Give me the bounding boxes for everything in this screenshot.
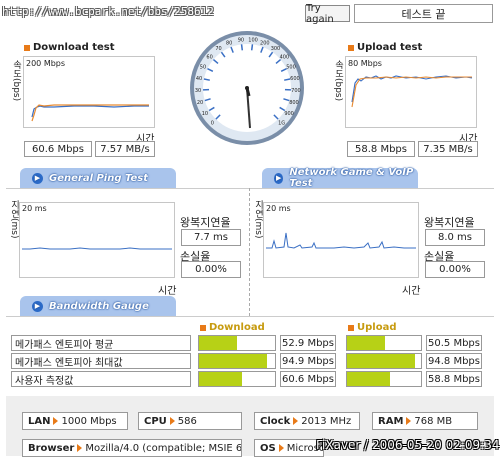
upload-value: 58.8 Mbps [426,371,482,387]
upload-bar [347,372,390,386]
gauge-tick-label: 600 [290,76,300,82]
download-value: 60.6 Mbps [280,371,336,387]
gauge-tick-label: 0 [211,121,214,127]
arrow-right-icon: ▶ [274,172,284,184]
orange-square-icon [24,44,30,51]
gauge-tick-label: 70 [215,46,221,52]
gauge-tick-label: 90 [238,37,244,43]
download-mbs: 7.57 MB/s [95,141,155,157]
url-watermark: http://www.bcpark.net/bbs/258612 [2,5,214,18]
download-value: 94.9 Mbps [280,353,336,369]
tab-bandwidth-gauge[interactable]: ▶ Bandwidth Gauge [20,296,176,316]
bandwidth-row-label: 메가패스 엔토피아 최대값 [11,353,191,369]
ping-right-chart: 20 ms [263,202,419,278]
orange-square-icon [348,324,354,331]
cpu-info: CPU 586 [138,412,242,430]
download-bar [199,354,268,368]
orange-square-icon [200,324,206,331]
download-bar-track [198,371,276,387]
upload-line-chart [351,75,473,108]
arrow-right-icon [169,417,175,425]
clock-info: Clock 2013 MHz [254,412,360,430]
try-again-button[interactable]: Try again [305,3,350,25]
status-box: 테스트 끝 [354,4,493,23]
arrow-right-icon: ▶ [32,300,43,312]
bandwidth-row-label: 사용자 측정값 [11,371,191,387]
ping-left-rtt-label: 왕복지연율 [180,216,231,229]
ping-right-xlabel: 시간 [402,286,421,297]
gauge-tick-label: 50 [200,64,206,70]
gauge-tick-label: 500 [286,64,296,70]
upload-bar-track [346,371,422,387]
gauge-tick-label: 300 [271,46,281,52]
browser-info: Browser Mozilla/4.0 (compatible; MSIE 6.0 [22,439,242,457]
gauge-tick-label: 40 [196,76,202,82]
bandwidth-upload-header: Upload [348,322,396,333]
ping-left-xlabel: 시간 [158,286,177,297]
upload-mbs: 7.35 MB/s [418,141,478,157]
tab-network-game-voip-test[interactable]: ▶ Network Game & VoIP Test [262,167,418,189]
ping-left-rtt: 7.7 ms [181,229,241,246]
gauge-tick [240,44,244,51]
download-ylabel: 속도(bps) [11,60,21,102]
gauge-tick-label: 20 [197,100,203,106]
arrow-right-icon [293,417,299,425]
gauge-tick-label: 700 [291,88,301,94]
orange-square-icon [348,44,354,51]
timestamp-watermark: FiXaver / 2006-05-20 02:09:34 [316,438,500,452]
tab-general-ping-test[interactable]: ▶ General Ping Test [20,168,176,188]
ping-right-loss: 0.00% [425,261,485,278]
download-bar-track [198,335,276,351]
arrow-right-icon: ▶ [32,172,43,184]
download-value: 52.9 Mbps [280,335,336,351]
upload-value: 94.8 Mbps [426,353,482,369]
gauge-tick-label: 100 [248,37,258,43]
gauge-tick-label: 60 [206,54,212,60]
download-chart: 200 Mbps [23,56,155,128]
arrow-right-icon [278,444,284,452]
ping-left-line [22,247,172,250]
gauge-tick-label: 200 [260,40,270,46]
ping-right-rtt-label: 왕복지연율 [424,216,475,229]
gauge-tick-label: 80 [226,40,232,46]
arrow-right-icon [53,417,59,425]
gauge-tick-label: 10 [202,111,208,117]
gauge-tick-label: 800 [289,100,299,106]
ping-left-loss: 0.00% [181,261,241,278]
upload-bar-track [346,335,422,351]
bandwidth-divider [6,316,494,317]
gauge-tick-label: 1G [278,121,285,127]
upload-chart: 80 Mbps [345,56,477,128]
upload-bar [347,354,416,368]
download-mbps: 60.6 Mbps [24,141,92,157]
download-line-chart [31,104,149,122]
ram-info: RAM 768 MB [372,412,478,430]
gauge-tick-label: 400 [280,54,290,60]
upload-bar-track [346,353,422,369]
arrow-right-icon [406,417,412,425]
upload-mbps: 58.8 Mbps [347,141,415,157]
os-info: OS Microso [254,439,324,457]
gauge-tick-label: 30 [195,88,201,94]
ping-right-rtt: 8.0 ms [425,229,485,246]
arrow-right-icon [77,444,83,452]
upload-bar [347,336,386,350]
upload-value: 50.5 Mbps [426,335,482,351]
gauge-tick [250,44,254,51]
download-bar-track [198,353,276,369]
ping-divider [249,188,250,316]
download-bar [199,372,242,386]
lan-info: LAN 1000 Mbps [22,412,128,430]
bandwidth-row-label: 메가패스 엔토피아 평균 [11,335,191,351]
ping-right-line [266,232,416,249]
download-test-title: Download test [24,42,115,53]
ping-left-chart: 20 ms [19,202,175,278]
upload-test-title: Upload test [348,42,422,53]
speed-gauge: 010 20 30 40 506070 80 90 100 200300 400 500 600 700… [190,31,304,145]
gauge-tick-label: 900 [284,111,294,117]
download-bar [199,336,237,350]
upload-ylabel: 속도(bps) [333,60,343,102]
bandwidth-download-header: Download [200,322,265,333]
